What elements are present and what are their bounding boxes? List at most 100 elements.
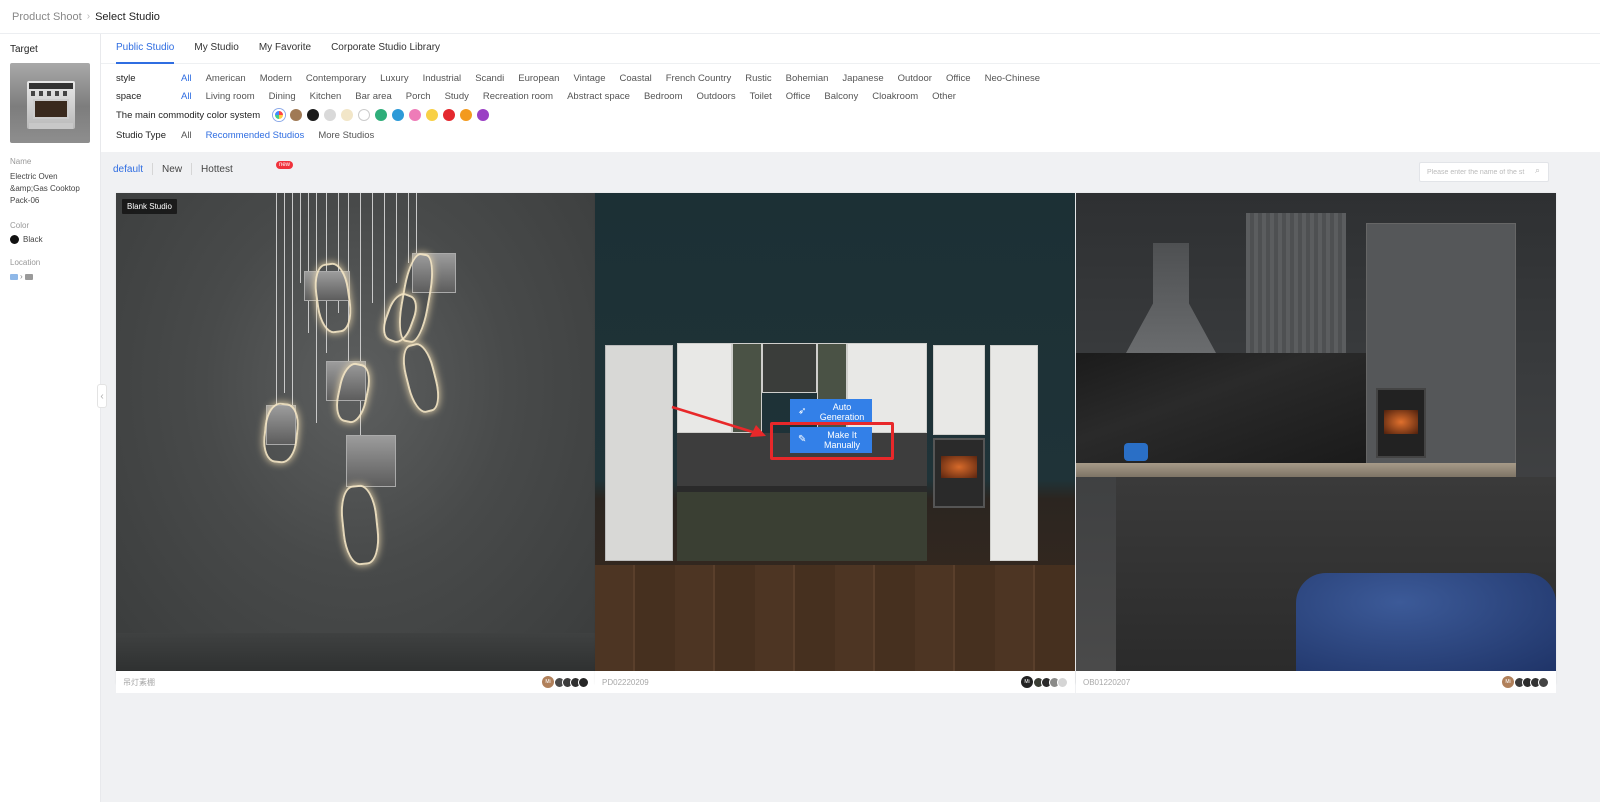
type-option[interactable]: All [181,130,192,141]
color-swatch[interactable] [358,109,371,121]
style-option[interactable]: Modern [260,73,292,84]
style-option[interactable]: Scandi [475,73,504,84]
avatar: Mi [1502,676,1514,688]
space-option[interactable]: Kitchen [310,91,342,102]
sort-hottest[interactable]: Hottest [201,164,233,175]
space-option[interactable]: Bedroom [644,91,683,102]
type-option[interactable]: Recommended Studios [206,130,305,141]
style-filter-label: style [116,72,136,84]
space-option[interactable]: Study [445,91,469,102]
divider [152,163,154,175]
sort-bar: default New Hottest [113,159,233,179]
tab-public-studio[interactable]: Public Studio [116,34,175,64]
color-swatch[interactable] [477,109,490,121]
style-option[interactable]: Luxury [380,73,409,84]
studio-card[interactable]: OB01220207 Mi [1076,193,1556,693]
style-option[interactable]: Outdoor [898,73,932,84]
tab-my-studio[interactable]: My Studio [194,34,238,64]
style-option[interactable]: Contemporary [306,73,366,84]
space-option[interactable]: Outdoors [697,91,736,102]
card-footer: PD02220209 Mi [595,671,1075,693]
space-filter-row: space All Living room Dining Kitchen Bar are… [116,89,970,103]
studio-card[interactable]: Blank Studio 吊灯素棚 Mi [116,193,596,693]
name-label: Name [10,157,32,166]
filter-panel: Public Studio My Studio My Favorite Corpora… [101,34,1600,152]
color-system-label: The main commodity color system [116,109,261,121]
tab-my-favorite[interactable]: My Favorite [259,34,311,64]
space-option[interactable]: Abstract space [567,91,630,102]
color-swatch[interactable] [273,109,286,121]
color-swatch[interactable] [341,109,354,121]
space-option[interactable]: Toilet [750,91,772,102]
color-swatch[interactable] [443,109,456,121]
folder-icon [10,273,18,280]
style-option[interactable]: European [518,73,559,84]
color-swatch[interactable] [307,109,320,121]
type-option[interactable]: More Studios [318,130,374,141]
tab-corporate-studio-library[interactable]: Corporate Studio Library [331,34,440,64]
color-swatch [1538,676,1549,688]
color-swatch[interactable] [392,109,405,121]
space-option[interactable]: Recreation room [483,91,553,102]
space-option[interactable]: Other [932,91,956,102]
chevron-right-icon: › [20,272,23,281]
studio-image[interactable]: ➶ Auto Generation ✎ Make It Manually [595,193,1075,671]
studio-type-label: Studio Type [116,129,167,141]
style-option[interactable]: All [181,73,192,84]
style-filter-row: style All American Modern Contemporary Luxur… [116,71,1054,85]
studio-type-filter-row: Studio Type All Recommended Studios More S… [116,128,388,142]
rocket-icon: ➶ [798,406,807,417]
style-option[interactable]: Japanese [842,73,883,84]
studio-image[interactable] [1076,193,1556,671]
style-option[interactable]: American [206,73,246,84]
style-option[interactable]: Office [946,73,971,84]
breadcrumb-root[interactable]: Product Shoot [12,11,82,23]
color-swatch [578,676,589,688]
space-option[interactable]: Bar area [355,91,391,102]
color-swatch[interactable] [375,109,388,121]
style-option[interactable]: Neo-Chinese [985,73,1040,84]
color-swatch[interactable] [409,109,422,121]
color-swatch[interactable] [290,109,303,121]
studio-card[interactable]: ➶ Auto Generation ✎ Make It Manually PD0… [595,193,1075,693]
target-panel: Target Name Electric Oven &amp;Gas Cookt… [0,34,101,802]
sort-default[interactable]: default [113,164,143,175]
search-icon[interactable]: ⌕ [1535,165,1540,176]
color-swatch[interactable] [426,109,439,121]
sort-new[interactable]: New [162,164,182,175]
color-system-filter-row: The main commodity color system [116,108,494,122]
color-swatch [1057,676,1068,688]
studio-search-input[interactable] [1419,162,1549,182]
style-option[interactable]: Bohemian [786,73,829,84]
space-filter-label: space [116,90,142,102]
space-option[interactable]: Office [786,91,811,102]
style-option[interactable]: Coastal [620,73,652,84]
main-content: Public Studio My Studio My Favorite Corpora… [101,34,1600,802]
oven-image [27,81,75,129]
color-swatch[interactable] [324,109,337,121]
breadcrumb-separator-icon: › [86,11,91,22]
style-option[interactable]: French Country [666,73,731,84]
breadcrumb: Product Shoot › Select Studio [0,0,1600,34]
product-thumbnail[interactable] [10,63,90,143]
color-dot [10,235,19,244]
space-option[interactable]: All [181,91,192,102]
avatar: Mi [1021,676,1033,688]
color-value-row: Black [10,235,90,244]
space-option[interactable]: Living room [206,91,255,102]
name-value: Electric Oven &amp;Gas Cooktop Pack-06 [10,172,80,205]
space-option[interactable]: Cloakroom [872,91,918,102]
card-footer: 吊灯素棚 Mi [116,671,596,693]
style-option[interactable]: Vintage [573,73,605,84]
studio-code: 吊灯素棚 [123,677,155,687]
style-option[interactable]: Rustic [745,73,771,84]
space-option[interactable]: Dining [269,91,296,102]
color-swatch[interactable] [460,109,473,121]
location-path: › [10,272,90,281]
space-option[interactable]: Balcony [824,91,858,102]
color-label: Color [10,221,30,230]
studio-image[interactable]: Blank Studio [116,193,596,671]
target-title: Target [10,44,38,55]
space-option[interactable]: Porch [406,91,431,102]
style-option[interactable]: Industrial [423,73,462,84]
